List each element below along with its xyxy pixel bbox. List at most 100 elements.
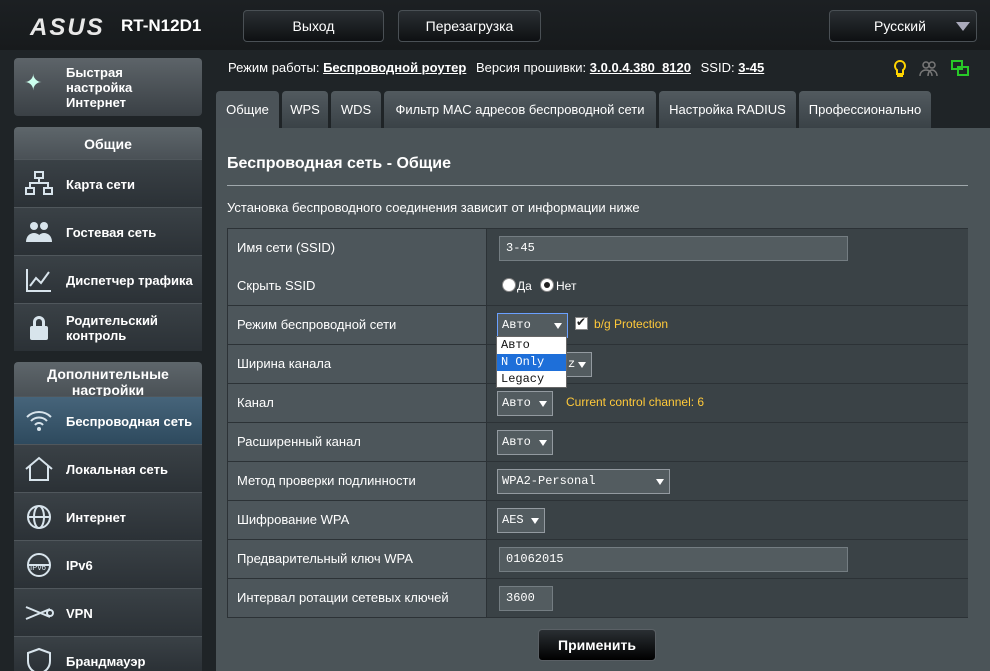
quick-setup-button[interactable]: ✦ Быстрая настройка Интернет	[14, 58, 202, 116]
general-heading: Общие	[14, 127, 202, 159]
status-line: Режим работы: Беспроводной роутер Версия…	[228, 60, 770, 75]
tab-general[interactable]: Общие	[216, 91, 279, 128]
sidebar-item-label: Родительский контроль	[66, 313, 158, 343]
option-auto[interactable]: Авто	[497, 337, 566, 354]
home-icon	[24, 455, 54, 483]
sidebar-item-firewall[interactable]: Брандмауэр	[14, 636, 202, 671]
sidebar-item-label: Брандмауэр	[66, 653, 146, 669]
row-wpa-key: Предварительный ключ WPA 01062015	[227, 540, 968, 579]
sidebar-item-internet[interactable]: Интернет	[14, 492, 202, 540]
firmware-link[interactable]: 3.0.0.4.380_8120	[590, 60, 691, 75]
parental-lock-icon	[24, 314, 54, 342]
auth-method-select[interactable]: WPA2-Personal	[497, 469, 670, 494]
language-select[interactable]: Русский	[829, 10, 977, 42]
divider	[227, 185, 968, 186]
svg-text:IPv6: IPv6	[30, 563, 47, 572]
row-wpa-encryption: Шифрование WPA AES	[227, 501, 968, 540]
row-wireless-mode: Режим беспроводной сети Авто b/g Protect…	[227, 306, 968, 345]
chevron-down-icon	[554, 323, 562, 329]
sidebar-item-label: Карта сети	[66, 176, 135, 192]
wpa-key-label: Предварительный ключ WPA	[228, 540, 487, 578]
lightbulb-icon	[894, 59, 906, 77]
reboot-button[interactable]: Перезагрузка	[398, 10, 541, 42]
extension-channel-value: Авто	[502, 435, 531, 449]
sidebar-item-network-map[interactable]: Карта сети	[14, 159, 202, 207]
sidebar-item-wireless[interactable]: Беспроводная сеть	[14, 396, 202, 444]
sidebar-item-traffic-manager[interactable]: Диспетчер трафика	[14, 255, 202, 303]
sidebar-item-label: IPv6	[66, 557, 93, 573]
option-n-only[interactable]: N Only	[497, 354, 566, 371]
language-label: Русский	[874, 18, 926, 34]
advanced-heading: Дополнительные настройки	[14, 362, 202, 398]
asus-logo: ASUS	[30, 14, 105, 41]
hide-ssid-label: Скрыть SSID	[228, 267, 487, 305]
wifi-icon	[24, 407, 54, 435]
chevron-down-icon	[539, 440, 547, 446]
chevron-down-icon	[956, 22, 970, 31]
mode-label: Режим работы:	[228, 60, 320, 75]
sidebar-item-lan[interactable]: Локальная сеть	[14, 444, 202, 492]
page-title: Беспроводная сеть - Общие	[227, 155, 452, 172]
wpa-encryption-value: AES	[502, 513, 524, 527]
tab-professional[interactable]: Профессионально	[799, 91, 931, 128]
firewall-shield-icon	[24, 647, 54, 671]
tab-radius[interactable]: Настройка RADIUS	[659, 91, 796, 128]
channel-select[interactable]: Авто	[497, 391, 553, 416]
tab-wps[interactable]: WPS	[282, 91, 328, 128]
hide-ssid-yes-label: Да	[517, 279, 532, 293]
top-bar: ASUS RT-N12D1 Выход Перезагрузка Русский	[0, 0, 990, 50]
wireless-mode-label: Режим беспроводной сети	[228, 306, 487, 344]
auth-method-label: Метод проверки подлинности	[228, 462, 487, 500]
sidebar-item-ipv6[interactable]: IPv6 IPv6	[14, 540, 202, 588]
sidebar-item-label: Беспроводная сеть	[66, 413, 193, 429]
channel-label: Канал	[228, 384, 487, 422]
row-ssid: Имя сети (SSID) 3-45	[227, 228, 968, 267]
users-icon	[919, 61, 938, 77]
apply-button[interactable]: Применить	[538, 629, 656, 661]
magic-wand-icon: ✦	[24, 70, 43, 95]
wireless-mode-options: Авто N Only Legacy	[496, 336, 567, 388]
wpa-key-input[interactable]: 01062015	[499, 547, 848, 572]
row-key-rotation: Интервал ротации сетевых ключей 3600	[227, 579, 968, 618]
wpa-encryption-select[interactable]: AES	[497, 508, 545, 533]
key-rotation-input[interactable]: 3600	[499, 586, 553, 611]
channel-value: Авто	[502, 396, 531, 410]
network-map-icon	[24, 170, 54, 198]
hide-ssid-yes-radio[interactable]	[502, 278, 516, 292]
row-auth-method: Метод проверки подлинности WPA2-Personal	[227, 462, 968, 501]
logout-button[interactable]: Выход	[243, 10, 384, 42]
option-legacy[interactable]: Legacy	[497, 371, 566, 388]
ssid-input[interactable]: 3-45	[499, 236, 848, 261]
extension-channel-select[interactable]: Авто	[497, 430, 553, 455]
bg-protection-label: b/g Protection	[594, 317, 669, 331]
page-description: Установка беспроводного соединения завис…	[227, 200, 640, 215]
row-extension-channel: Расширенный канал Авто	[227, 423, 968, 462]
sidebar-item-guest-network[interactable]: Гостевая сеть	[14, 207, 202, 255]
globe-icon	[24, 503, 54, 531]
ssid-link[interactable]: 3-45	[738, 60, 764, 75]
chevron-down-icon	[656, 479, 664, 485]
row-channel-width: Ширина канала z	[227, 345, 968, 384]
wireless-mode-value: Авто	[502, 318, 531, 332]
traffic-manager-icon	[24, 266, 54, 294]
content-panel: Беспроводная сеть - Общие Установка бесп…	[216, 128, 990, 671]
bg-protection-checkbox[interactable]	[575, 315, 588, 330]
network-status-icon	[951, 60, 969, 76]
sidebar-item-vpn[interactable]: VPN	[14, 588, 202, 636]
tab-mac-filter[interactable]: Фильтр MAC адресов беспроводной сети	[384, 91, 656, 128]
chevron-down-icon	[539, 401, 547, 407]
quick-setup-label: Быстрая настройка Интернет	[66, 65, 133, 110]
router-model: RT-N12D1	[121, 16, 202, 35]
sidebar-item-label: Диспетчер трафика	[66, 272, 193, 288]
sidebar-item-parental-control[interactable]: Родительский контроль	[14, 303, 202, 351]
extension-channel-label: Расширенный канал	[228, 423, 487, 461]
wpa-encryption-label: Шифрование WPA	[228, 501, 487, 539]
wireless-mode-select[interactable]: Авто	[497, 313, 568, 338]
firmware-label: Версия прошивки:	[475, 60, 587, 75]
mode-link[interactable]: Беспроводной роутер	[323, 60, 466, 75]
guest-network-icon	[24, 218, 54, 246]
hide-ssid-no-radio[interactable]	[540, 278, 554, 292]
tab-wds[interactable]: WDS	[331, 91, 381, 128]
sidebar-item-label: VPN	[66, 605, 93, 621]
channel-width-label: Ширина канала	[228, 345, 487, 383]
